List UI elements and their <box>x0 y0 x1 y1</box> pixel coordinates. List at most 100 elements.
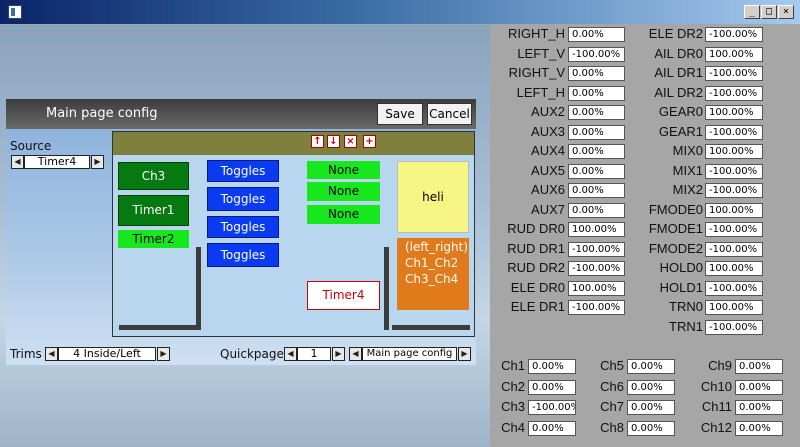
value-field[interactable]: 0.00% <box>568 144 625 159</box>
widget-none[interactable]: None <box>307 182 380 201</box>
value-label: RUD DR2 <box>507 260 565 275</box>
value-field[interactable]: 0.00% <box>627 379 675 395</box>
value-label: Ch9 <box>708 358 732 373</box>
value-field[interactable]: -100.00% <box>568 261 625 276</box>
save-button[interactable]: Save <box>377 103 423 125</box>
source-select[interactable]: Timer4 <box>24 155 90 169</box>
value-field[interactable]: 0.00% <box>528 420 576 436</box>
maximize-button[interactable]: □ <box>761 5 777 19</box>
quickpages-prev-button[interactable]: ◀ <box>284 347 297 361</box>
widget-ch3[interactable]: Ch3 <box>118 162 189 190</box>
move-up-icon[interactable]: ↑ <box>311 135 324 148</box>
value-field[interactable]: -100.00% <box>528 400 576 415</box>
quickpages-next-button[interactable]: ▶ <box>332 347 345 361</box>
value-field[interactable]: 0.00% <box>568 27 625 42</box>
value-field[interactable]: 0.00% <box>528 379 576 395</box>
value-field[interactable]: 0.00% <box>568 105 625 120</box>
value-label: AUX4 <box>531 143 565 158</box>
value-field[interactable]: 0.00% <box>568 124 625 140</box>
widget-timer2[interactable]: Timer2 <box>118 230 189 248</box>
value-label: Ch5 <box>600 358 624 373</box>
widget-stick-mapping[interactable]: (left_right) Ch1_Ch2 Ch3_Ch4 <box>397 238 469 310</box>
value-field[interactable]: 100.00% <box>568 280 625 296</box>
value-label: AUX3 <box>531 123 565 139</box>
value-field[interactable]: -100.00% <box>705 124 763 140</box>
quickpage-next-button[interactable]: ▶ <box>458 347 471 361</box>
widget-timer1[interactable]: Timer1 <box>118 195 189 226</box>
value-field[interactable]: 0.00% <box>627 420 675 436</box>
value-label: Ch6 <box>600 378 624 394</box>
value-field[interactable]: 0.00% <box>735 379 783 395</box>
value-field[interactable]: -100.00% <box>705 85 763 101</box>
value-label: Ch10 <box>700 378 732 394</box>
value-field[interactable]: -100.00% <box>568 300 625 315</box>
quickpages-number[interactable]: 1 <box>297 347 331 361</box>
widget-toggles[interactable]: Toggles <box>207 187 279 211</box>
widget-model-name[interactable]: heli <box>397 161 469 233</box>
value-label: Ch3 <box>501 399 525 414</box>
value-field[interactable]: -100.00% <box>705 222 763 237</box>
value-field[interactable]: -100.00% <box>705 241 763 257</box>
value-field[interactable]: 100.00% <box>705 105 763 120</box>
source-prev-button[interactable]: ◀ <box>11 155 24 169</box>
move-down-icon[interactable]: ↓ <box>327 135 340 148</box>
value-field[interactable]: 100.00% <box>568 222 625 237</box>
value-field[interactable]: -100.00% <box>705 66 763 81</box>
value-label: FMODE1 <box>648 221 703 236</box>
value-field[interactable]: -100.00% <box>705 27 763 42</box>
value-label: MIX1 <box>672 162 703 178</box>
value-field[interactable]: 0.00% <box>735 420 783 436</box>
cancel-button[interactable]: Cancel <box>427 103 472 125</box>
value-field[interactable]: -100.00% <box>568 46 625 62</box>
value-field[interactable]: 100.00% <box>705 300 763 315</box>
value-label: MIX2 <box>672 182 703 197</box>
value-label: ELE DR1 <box>510 299 565 314</box>
value-label: RIGHT_V <box>508 65 565 80</box>
app-icon <box>8 5 22 19</box>
trims-prev-button[interactable]: ◀ <box>45 347 58 361</box>
trims-select[interactable]: 4 Inside/Left <box>58 347 156 361</box>
source-next-button[interactable]: ▶ <box>91 155 104 169</box>
value-field[interactable]: -100.00% <box>568 241 625 257</box>
value-label: Ch11 <box>701 399 732 414</box>
minimize-button[interactable]: _ <box>744 5 760 19</box>
value-field[interactable]: 0.00% <box>528 359 576 374</box>
value-field[interactable]: 0.00% <box>568 163 625 179</box>
value-label: TRN1 <box>669 318 703 334</box>
value-field[interactable]: 0.00% <box>568 66 625 81</box>
value-field[interactable]: 0.00% <box>627 359 675 374</box>
value-label: AIL DR1 <box>654 65 703 80</box>
quickpage-select[interactable]: Main page config <box>362 347 457 361</box>
value-field[interactable]: 0.00% <box>735 359 783 374</box>
close-button[interactable]: × <box>778 5 794 19</box>
value-field[interactable]: 0.00% <box>627 400 675 415</box>
widget-none[interactable]: None <box>307 205 380 224</box>
value-field[interactable]: -100.00% <box>705 163 763 179</box>
trim-bar-vertical-right <box>384 247 389 330</box>
mapping-line: (left_right) <box>405 240 468 254</box>
widget-toggles[interactable]: Toggles <box>207 243 279 267</box>
value-field[interactable]: 0.00% <box>568 85 625 101</box>
widget-none[interactable]: None <box>307 161 380 179</box>
widget-toggles[interactable]: Toggles <box>207 216 279 238</box>
value-field[interactable]: 0.00% <box>735 400 783 415</box>
widget-timer4[interactable]: Timer4 <box>307 281 380 310</box>
value-field[interactable]: 100.00% <box>705 144 763 159</box>
value-label: FMODE2 <box>648 240 703 256</box>
add-icon[interactable]: + <box>363 135 376 148</box>
trims-next-button[interactable]: ▶ <box>157 347 170 361</box>
value-field[interactable]: 100.00% <box>705 261 763 276</box>
value-field[interactable]: 0.00% <box>568 202 625 218</box>
value-field[interactable]: 0.00% <box>568 183 625 198</box>
value-field[interactable]: 100.00% <box>705 46 763 62</box>
value-field[interactable]: -100.00% <box>705 280 763 296</box>
delete-icon[interactable]: × <box>344 135 357 148</box>
value-field[interactable]: -100.00% <box>705 183 763 198</box>
value-field[interactable]: -100.00% <box>705 319 763 335</box>
quickpage-prev-button[interactable]: ◀ <box>349 347 362 361</box>
value-label: Ch4 <box>501 419 525 435</box>
trim-bar-horizontal-left <box>119 325 196 330</box>
widget-toggles[interactable]: Toggles <box>207 160 279 182</box>
value-field[interactable]: 100.00% <box>705 202 763 218</box>
value-label: LEFT_H <box>516 84 565 100</box>
